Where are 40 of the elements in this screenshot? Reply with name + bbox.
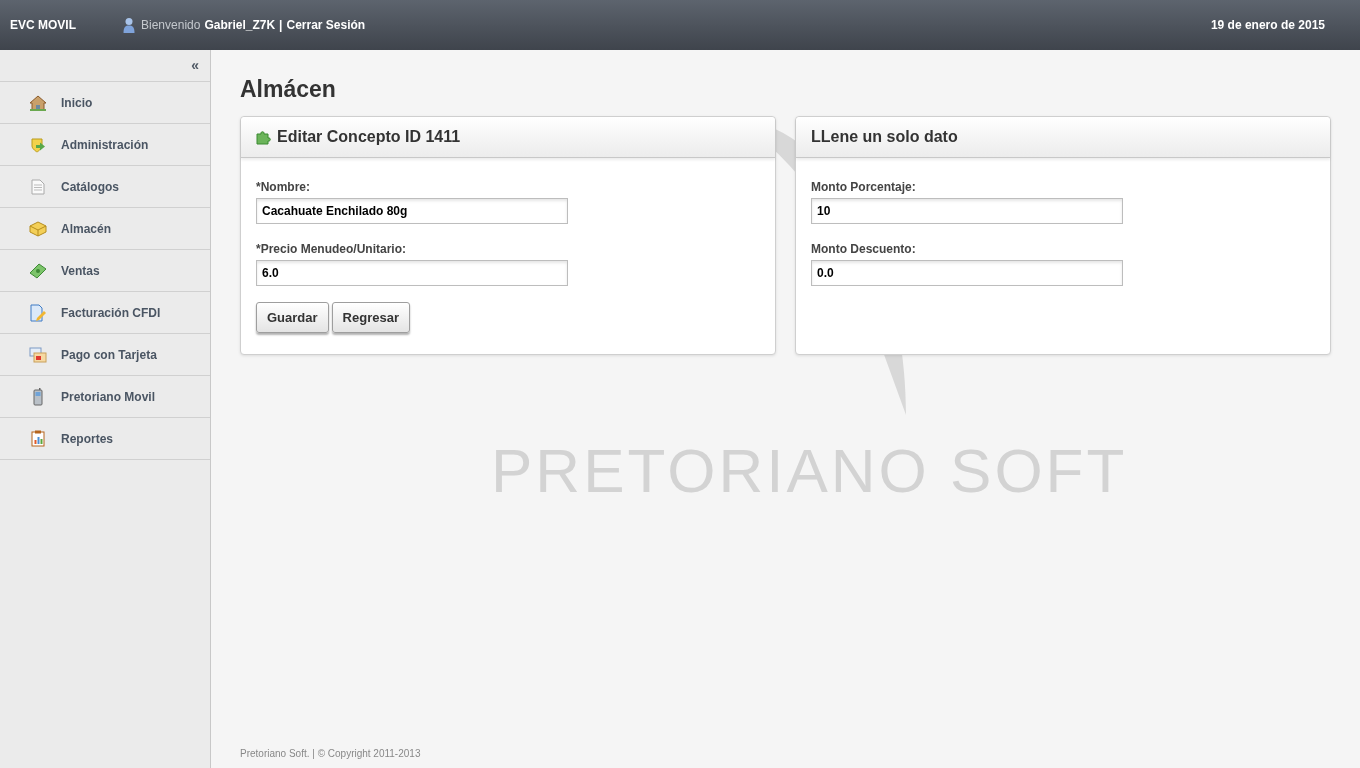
page-title: Almácen (240, 75, 337, 103)
date-text: 19 de enero de 2015 (1210, 17, 1325, 34)
document-icon (31, 178, 45, 195)
input-field[interactable]: 10 (811, 198, 1123, 224)
input-field[interactable]: Cacahuate Enchilado 80g (256, 198, 568, 224)
logout-link[interactable]: Cerrar Sesión (286, 16, 366, 34)
menu-item[interactable]: Reportes (0, 418, 210, 460)
box-icon (29, 220, 47, 237)
house-icon (29, 94, 47, 111)
menu-item[interactable]: Pago con Tarjeta (0, 334, 210, 376)
document-pen-icon (30, 303, 46, 322)
user-icon (123, 17, 135, 33)
app-name: EVC MOVIL (10, 17, 76, 34)
menu-item[interactable]: Pretoriano Movil (0, 376, 210, 418)
field-label: *Precio Menudeo/Unitario: (256, 241, 408, 257)
footer-text: Pretoriano Soft. | © Copyright 2011-2013 (240, 747, 422, 761)
input-field[interactable]: 0.0 (811, 260, 1123, 286)
shield-arrow-icon (30, 136, 46, 153)
panel-title: Editar Concepto ID 1411 (277, 127, 461, 147)
field-label: Monto Porcentaje: (811, 179, 917, 195)
welcome-text: Bienvenido (141, 17, 201, 34)
field-label: Monto Descuento: (811, 241, 917, 257)
menu-item[interactable]: Facturación CFDI (0, 292, 210, 334)
field-label: *Nombre: (256, 179, 311, 195)
banknote-icon (29, 262, 47, 279)
menu-item[interactable]: Ventas (0, 250, 210, 292)
user-name: Gabriel_Z7K (204, 17, 276, 34)
action-button[interactable]: Regresar (331, 302, 410, 333)
menu-item[interactable]: Inicio (0, 82, 210, 124)
input-field[interactable]: 6.0 (256, 260, 568, 286)
menu-item[interactable]: Administración (0, 124, 210, 166)
separator: | (279, 17, 283, 34)
phone-icon (33, 387, 43, 406)
collapse-button[interactable]: « (191, 57, 199, 73)
card-icon (29, 346, 47, 363)
clipboard-chart-icon (31, 430, 45, 447)
panel-title: LLene un solo dato (811, 127, 958, 147)
action-button[interactable]: Guardar (256, 302, 329, 333)
menu-item[interactable]: Catálogos (0, 166, 210, 208)
menu-item[interactable]: Almacén (0, 208, 210, 250)
